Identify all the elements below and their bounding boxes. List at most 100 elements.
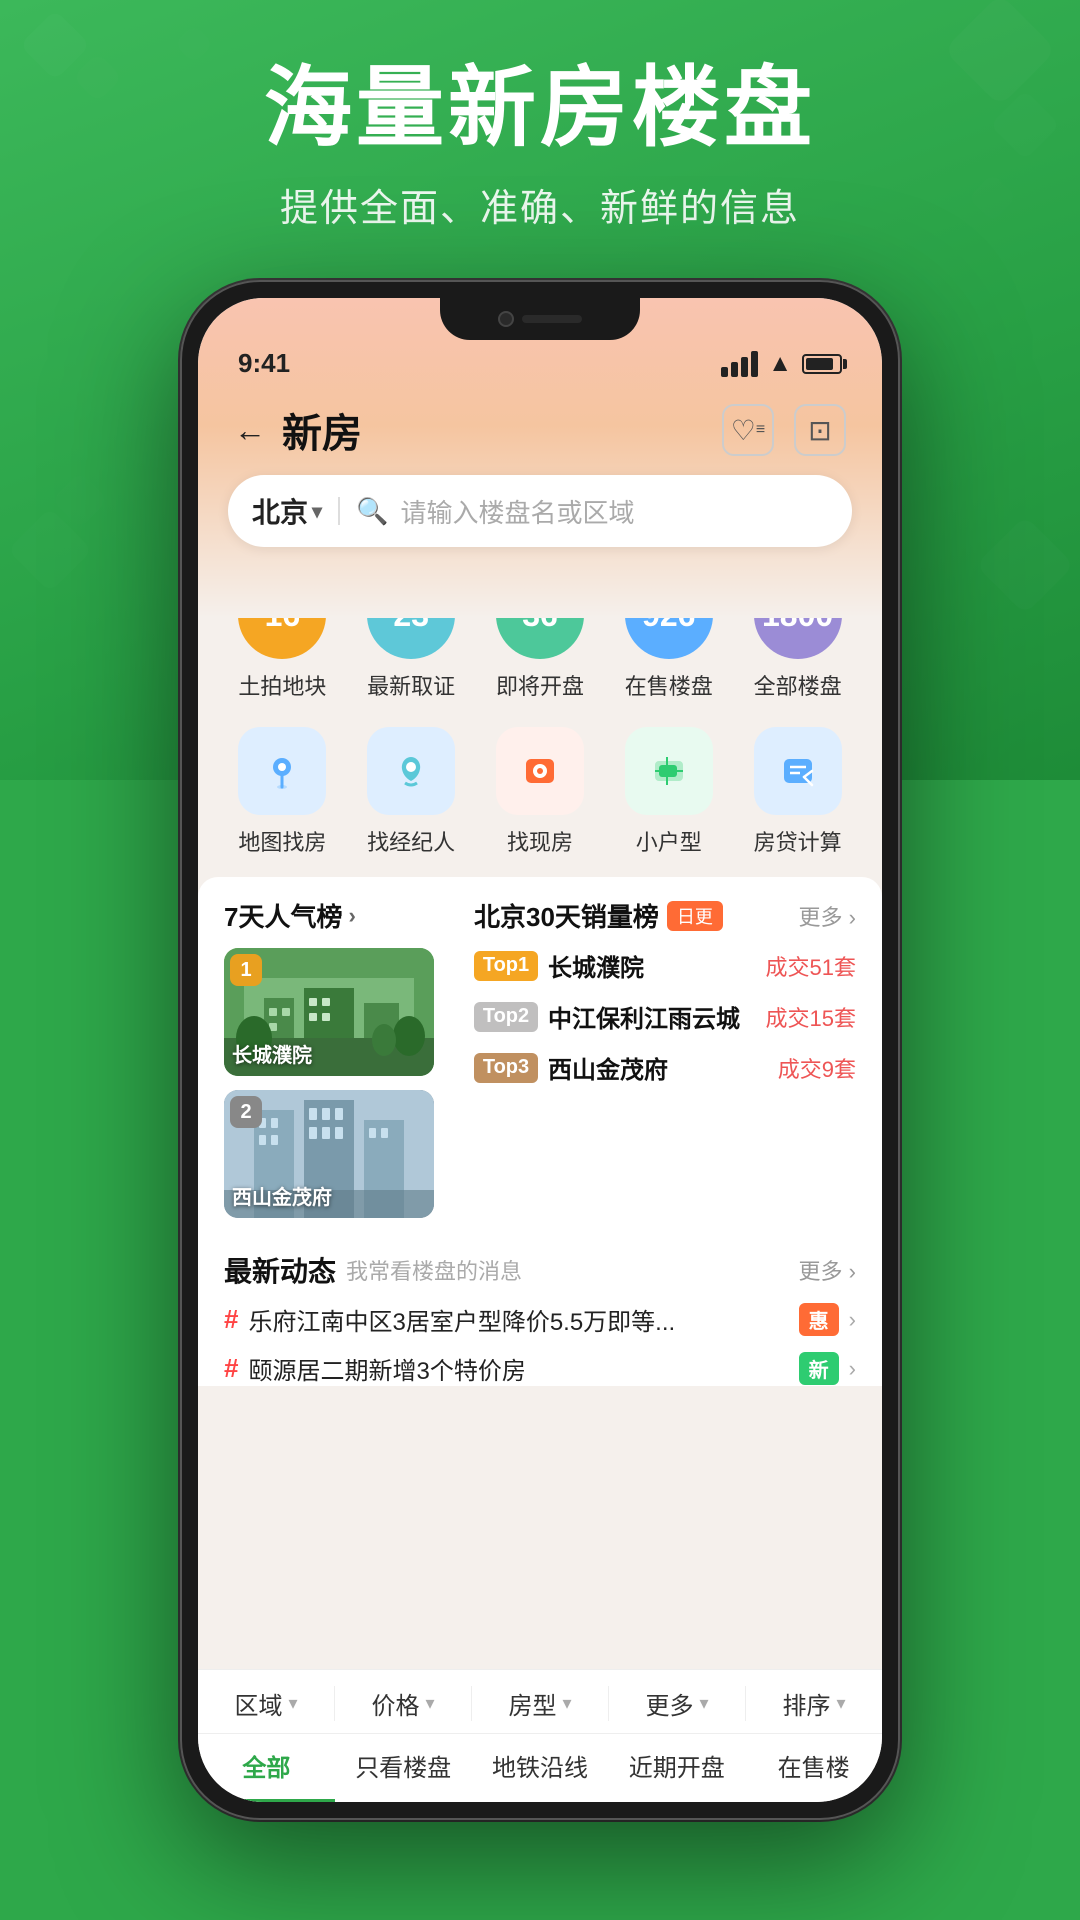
back-button[interactable]: ←	[234, 412, 266, 449]
sales-header: 北京30天销量榜 日更 更多 ›	[474, 897, 856, 934]
action-icon-ready	[496, 727, 584, 815]
notch	[440, 298, 640, 340]
news-subtitle: 我常看楼盘的消息	[346, 1254, 522, 1286]
filter-area[interactable]: 区域 ▾	[198, 1686, 335, 1721]
rank-card-1[interactable]: 1 长城濮院	[224, 948, 434, 1076]
action-icon-map	[238, 727, 326, 815]
sales-count-1: 成交51套	[766, 950, 856, 982]
filter-sort[interactable]: 排序 ▾	[746, 1686, 882, 1721]
news-hash-1: #	[224, 1304, 238, 1335]
news-arrow-1: ›	[849, 1307, 856, 1333]
sales-count-2: 成交15套	[766, 1001, 856, 1033]
city-name: 北京	[252, 491, 308, 531]
battery-icon	[802, 354, 842, 374]
sales-name-1: 长城濮院	[548, 948, 756, 983]
filter-top: 区域 ▾ 价格 ▾ 房型 ▾ 更多 ▾	[198, 1670, 882, 1733]
sales-more[interactable]: 更多 ›	[799, 900, 856, 932]
news-header: 最新动态 我常看楼盘的消息 更多 ›	[224, 1250, 856, 1290]
news-text-1: 乐府江南中区3居室户型降价5.5万即等...	[248, 1302, 788, 1337]
messages-button[interactable]: ⊡	[794, 404, 846, 456]
filter-tab-soon[interactable]: 近期开盘	[608, 1734, 745, 1802]
filter-price-label: 价格	[371, 1686, 419, 1721]
filter-type-arrow: ▾	[562, 1693, 571, 1714]
action-loan[interactable]: 房贷计算	[743, 727, 853, 857]
cat-label-sale: 在售楼盘	[625, 669, 713, 701]
favorites-button[interactable]: ♡≡	[722, 404, 774, 456]
news-more[interactable]: 更多 ›	[799, 1254, 856, 1286]
filter-type[interactable]: 房型 ▾	[472, 1686, 609, 1721]
filter-tab-subway[interactable]: 地铁沿线	[472, 1734, 609, 1802]
sales-count-3: 成交9套	[778, 1052, 856, 1084]
action-label-small: 小户型	[636, 825, 702, 857]
sales-name-2: 中江保利江雨云城	[548, 999, 756, 1034]
action-agent[interactable]: 找经纪人	[356, 727, 466, 857]
status-icons: ▲	[721, 350, 842, 378]
search-divider	[338, 497, 340, 525]
action-ready[interactable]: 找现房	[485, 727, 595, 857]
filter-tab-sale[interactable]: 在售楼	[745, 1734, 882, 1802]
phone-wrapper: 9:41 ▲ ← 新房	[180, 280, 900, 1820]
nav-left: ← 新房	[234, 401, 362, 459]
filter-tab-all[interactable]: 全部	[198, 1734, 335, 1802]
hero-title: 海量新房楼盘	[0, 60, 1080, 157]
cat-label-all: 全部楼盘	[754, 669, 842, 701]
sales-tag: 日更	[667, 901, 723, 931]
notch-speaker	[522, 315, 582, 323]
rank-badge-2: 2	[230, 1096, 262, 1128]
cat-label-cert: 最新取证	[367, 669, 455, 701]
news-item-2[interactable]: # 颐源居二期新增3个特价房 新 ›	[224, 1351, 856, 1386]
search-input[interactable]: 请输入楼盘名或区域	[400, 493, 634, 530]
news-title: 最新动态	[224, 1250, 336, 1290]
hero-section: 海量新房楼盘 提供全面、准确、新鲜的信息	[0, 60, 1080, 232]
popularity-rank: 7天人气榜 › 1 长城濮院	[224, 897, 454, 1232]
action-label-map: 地图找房	[238, 825, 326, 857]
filter-more[interactable]: 更多 ▾	[609, 1686, 746, 1721]
news-item-1[interactable]: # 乐府江南中区3居室户型降价5.5万即等... 惠 ›	[224, 1302, 856, 1337]
news-arrow-2: ›	[849, 1356, 856, 1382]
filter-type-label: 房型	[508, 1686, 556, 1721]
action-icon-agent	[367, 727, 455, 815]
filter-price[interactable]: 价格 ▾	[335, 1686, 472, 1721]
action-map[interactable]: 地图找房	[227, 727, 337, 857]
rank-name-2: 西山金茂府	[232, 1181, 332, 1210]
city-selector[interactable]: 北京 ▾	[252, 491, 322, 531]
news-badge-1: 惠	[799, 1303, 839, 1336]
signal-icon	[721, 351, 758, 377]
sales-title: 北京30天销量榜	[474, 897, 659, 934]
top-nav: ← 新房 ♡≡ ⊡	[198, 391, 882, 475]
popularity-arrow[interactable]: ›	[348, 903, 355, 929]
sales-item-3[interactable]: Top3 西山金茂府 成交9套	[474, 1050, 856, 1085]
news-hash-2: #	[224, 1353, 238, 1384]
popularity-title-text: 7天人气榜	[224, 897, 342, 934]
sales-item-2[interactable]: Top2 中江保利江雨云城 成交15套	[474, 999, 856, 1034]
sales-badge-1: Top1	[474, 951, 538, 981]
filter-more-label: 更多	[645, 1686, 693, 1721]
action-label-agent: 找经纪人	[367, 825, 455, 857]
search-icon: 🔍	[356, 496, 388, 527]
city-dropdown-arrow: ▾	[312, 499, 322, 524]
filter-area-arrow: ▾	[288, 1693, 297, 1714]
rank-card-2[interactable]: 2 西山金茂府	[224, 1090, 434, 1218]
news-badge-2: 新	[799, 1352, 839, 1385]
rank-name-1: 长城濮院	[232, 1039, 312, 1068]
filter-price-arrow: ▾	[425, 1693, 434, 1714]
news-text-2: 颐源居二期新增3个特价房	[248, 1351, 788, 1386]
sales-badge-2: Top2	[474, 1002, 538, 1032]
action-small[interactable]: 小户型	[614, 727, 724, 857]
popularity-title: 7天人气榜 ›	[224, 897, 454, 934]
action-label-ready: 找现房	[507, 825, 573, 857]
content-section: 7天人气榜 › 1 长城濮院	[198, 877, 882, 1242]
cat-label-open: 即将开盘	[496, 669, 584, 701]
sales-name-3: 西山金茂府	[548, 1050, 768, 1085]
filter-sort-label: 排序	[782, 1686, 830, 1721]
phone-screen: 9:41 ▲ ← 新房	[198, 298, 882, 1802]
search-bar[interactable]: 北京 ▾ 🔍 请输入楼盘名或区域	[228, 475, 852, 547]
filter-bottom: 全部 只看楼盘 地铁沿线 近期开盘 在售楼	[198, 1733, 882, 1802]
filter-tab-buildings[interactable]: 只看楼盘	[335, 1734, 472, 1802]
action-icon-small	[625, 727, 713, 815]
sales-item-1[interactable]: Top1 长城濮院 成交51套	[474, 948, 856, 983]
sales-badge-3: Top3	[474, 1053, 538, 1083]
notch-camera	[498, 311, 514, 327]
action-icon-loan	[754, 727, 842, 815]
cat-label-land: 土拍地块	[238, 669, 326, 701]
